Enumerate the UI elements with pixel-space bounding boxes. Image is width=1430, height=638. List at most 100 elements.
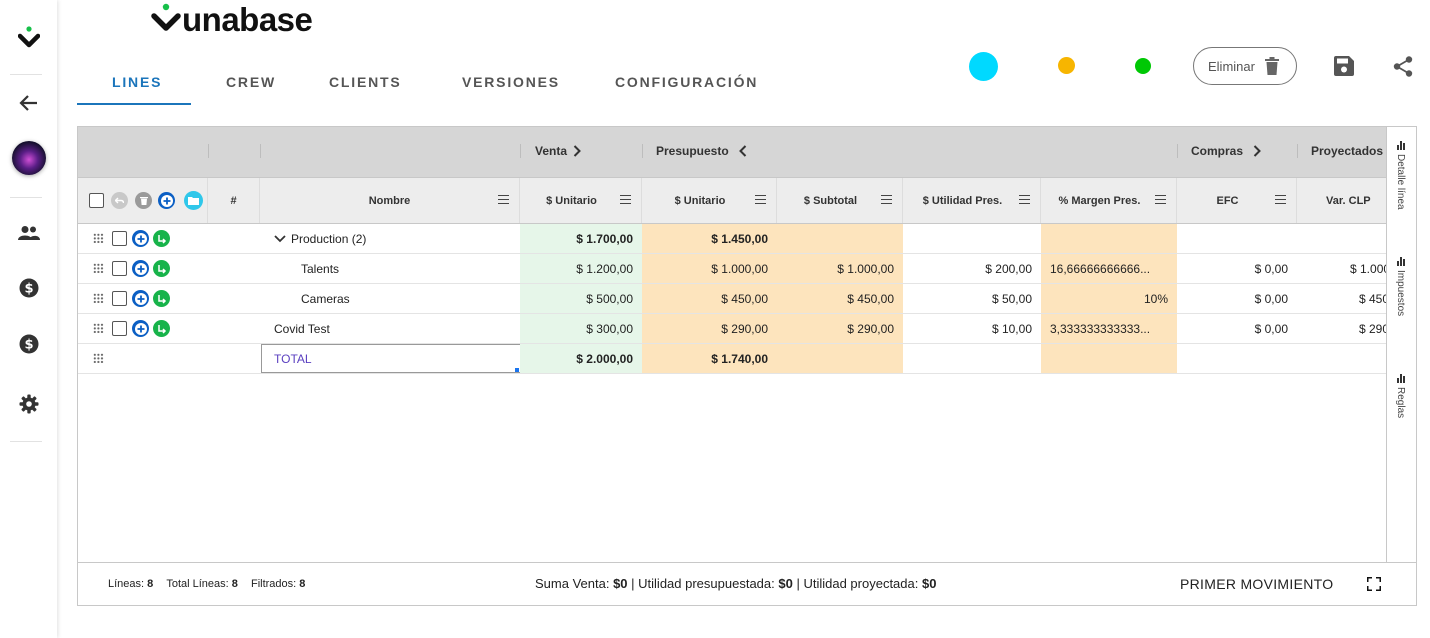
chevron-left-icon[interactable] <box>738 145 747 157</box>
row-checkbox[interactable] <box>112 261 127 276</box>
add-line-icon[interactable] <box>158 192 175 209</box>
header-var-clp[interactable]: Var. CLP <box>1297 178 1386 223</box>
status-dot-green[interactable] <box>1135 58 1151 74</box>
total-venta-unitario-cell[interactable]: $ 2.000,00 <box>520 344 642 373</box>
back-arrow-icon[interactable] <box>0 90 57 116</box>
pres-utilidad-cell[interactable]: $ 200,00 <box>903 254 1041 283</box>
group-presupuesto[interactable]: Presupuesto <box>656 144 747 158</box>
undo-icon[interactable] <box>111 192 128 209</box>
tab-versiones[interactable]: VERSIONES <box>462 74 560 90</box>
share-icon[interactable] <box>1393 56 1413 82</box>
nombre-cell[interactable]: Cameras <box>260 284 520 313</box>
dollar-circle-icon[interactable]: $ <box>0 333 57 355</box>
venta-unitario-cell[interactable]: $ 500,00 <box>520 284 642 313</box>
delete-row-icon[interactable] <box>135 192 152 209</box>
column-menu-icon[interactable] <box>1275 195 1286 204</box>
efc-cell[interactable] <box>1177 224 1297 253</box>
people-icon[interactable] <box>0 222 57 244</box>
side-tab-impuestos[interactable]: Impuestos <box>1395 257 1406 316</box>
delete-button[interactable]: Eliminar <box>1193 47 1297 85</box>
pres-subtotal-cell[interactable]: $ 1.000,00 <box>777 254 903 283</box>
column-menu-icon[interactable] <box>755 195 766 204</box>
group-compras[interactable]: Compras <box>1191 144 1261 158</box>
nombre-cell[interactable]: Production (2) <box>260 224 520 253</box>
header-efc[interactable]: EFC <box>1177 178 1297 223</box>
chevron-right-icon[interactable] <box>573 145 581 157</box>
group-venta[interactable]: Venta <box>535 144 581 158</box>
tab-configuracion[interactable]: CONFIGURACIÓN <box>615 74 758 90</box>
add-line-icon[interactable] <box>132 260 149 277</box>
status-dot-yellow[interactable] <box>1058 57 1075 74</box>
pres-unitario-cell[interactable]: $ 1.450,00 <box>642 224 777 253</box>
pres-margen-cell[interactable]: 16,66666666666... <box>1041 254 1177 283</box>
pres-subtotal-cell[interactable] <box>777 224 903 253</box>
add-line-icon[interactable] <box>132 320 149 337</box>
pres-unitario-cell[interactable]: $ 1.000,00 <box>642 254 777 283</box>
save-icon[interactable] <box>1334 56 1354 81</box>
chevron-down-icon[interactable] <box>274 234 286 243</box>
tab-clients[interactable]: CLIENTS <box>329 74 402 90</box>
venta-unitario-cell[interactable]: $ 300,00 <box>520 314 642 343</box>
total-label-cell[interactable]: TOTAL <box>261 344 521 373</box>
status-dot-cyan[interactable] <box>969 52 998 81</box>
pres-utilidad-cell[interactable]: $ 50,00 <box>903 284 1041 313</box>
header-nombre[interactable]: Nombre <box>260 178 520 223</box>
pres-margen-cell[interactable]: 10% <box>1041 284 1177 313</box>
header-pres-margen[interactable]: % Margen Pres. <box>1041 178 1177 223</box>
group-proyectados[interactable]: Proyectados <box>1311 144 1383 158</box>
tab-lines[interactable]: LINES <box>112 74 162 90</box>
dollar-circle-icon[interactable]: $ <box>0 277 57 299</box>
column-menu-icon[interactable] <box>498 195 509 204</box>
var-clp-cell[interactable]: $ 290 <box>1297 314 1386 343</box>
nombre-cell[interactable]: Talents <box>260 254 520 283</box>
header-pres-unitario[interactable]: $ Unitario <box>642 178 777 223</box>
pres-subtotal-cell[interactable]: $ 290,00 <box>777 314 903 343</box>
pres-utilidad-cell[interactable] <box>903 224 1041 253</box>
efc-cell[interactable]: $ 0,00 <box>1177 314 1297 343</box>
sub-line-icon[interactable] <box>153 320 170 337</box>
add-line-icon[interactable] <box>132 290 149 307</box>
column-menu-icon[interactable] <box>620 195 631 204</box>
column-menu-icon[interactable] <box>1155 195 1166 204</box>
pres-margen-cell[interactable]: 3,333333333333... <box>1041 314 1177 343</box>
drag-handle-icon[interactable] <box>93 263 104 273</box>
header-venta-unitario[interactable]: $ Unitario <box>520 178 642 223</box>
user-avatar[interactable] <box>0 140 57 176</box>
nombre-cell[interactable]: Covid Test <box>260 314 520 343</box>
var-clp-cell[interactable]: $ 450 <box>1297 284 1386 313</box>
row-checkbox[interactable] <box>112 291 127 306</box>
row-checkbox[interactable] <box>112 231 127 246</box>
pres-utilidad-cell[interactable]: $ 10,00 <box>903 314 1041 343</box>
row-checkbox[interactable] <box>112 321 127 336</box>
pres-unitario-cell[interactable]: $ 450,00 <box>642 284 777 313</box>
fullscreen-icon[interactable] <box>1366 576 1382 594</box>
efc-cell[interactable]: $ 0,00 <box>1177 284 1297 313</box>
primer-movimiento-button[interactable]: PRIMER MOVIMIENTO <box>1180 576 1333 592</box>
var-clp-cell[interactable] <box>1297 224 1386 253</box>
sub-line-icon[interactable] <box>153 290 170 307</box>
drag-handle-icon[interactable] <box>93 233 104 243</box>
header-pres-utilidad[interactable]: $ Utilidad Pres. <box>903 178 1041 223</box>
pres-margen-cell[interactable] <box>1041 224 1177 253</box>
tab-crew[interactable]: CREW <box>226 74 276 90</box>
sub-line-icon[interactable] <box>153 260 170 277</box>
efc-cell[interactable]: $ 0,00 <box>1177 254 1297 283</box>
side-tab-reglas[interactable]: Reglas <box>1395 374 1406 418</box>
var-clp-cell[interactable]: $ 1.000 <box>1297 254 1386 283</box>
fill-handle[interactable] <box>515 368 519 372</box>
side-tab-detalle-linea[interactable]: Detalle línea <box>1395 141 1406 210</box>
pres-subtotal-cell[interactable]: $ 450,00 <box>777 284 903 313</box>
sub-line-icon[interactable] <box>153 230 170 247</box>
venta-unitario-cell[interactable]: $ 1.700,00 <box>520 224 642 253</box>
venta-unitario-cell[interactable]: $ 1.200,00 <box>520 254 642 283</box>
chevron-right-icon[interactable] <box>1253 145 1261 157</box>
header-pres-subtotal[interactable]: $ Subtotal <box>777 178 903 223</box>
column-menu-icon[interactable] <box>1019 195 1030 204</box>
drag-handle-icon[interactable] <box>93 323 104 333</box>
unabase-mark-icon[interactable] <box>0 22 57 52</box>
drag-handle-icon[interactable] <box>93 353 104 363</box>
add-line-icon[interactable] <box>132 230 149 247</box>
folder-icon[interactable] <box>184 191 203 210</box>
total-pres-unitario-cell[interactable]: $ 1.740,00 <box>642 344 777 373</box>
column-menu-icon[interactable] <box>881 195 892 204</box>
